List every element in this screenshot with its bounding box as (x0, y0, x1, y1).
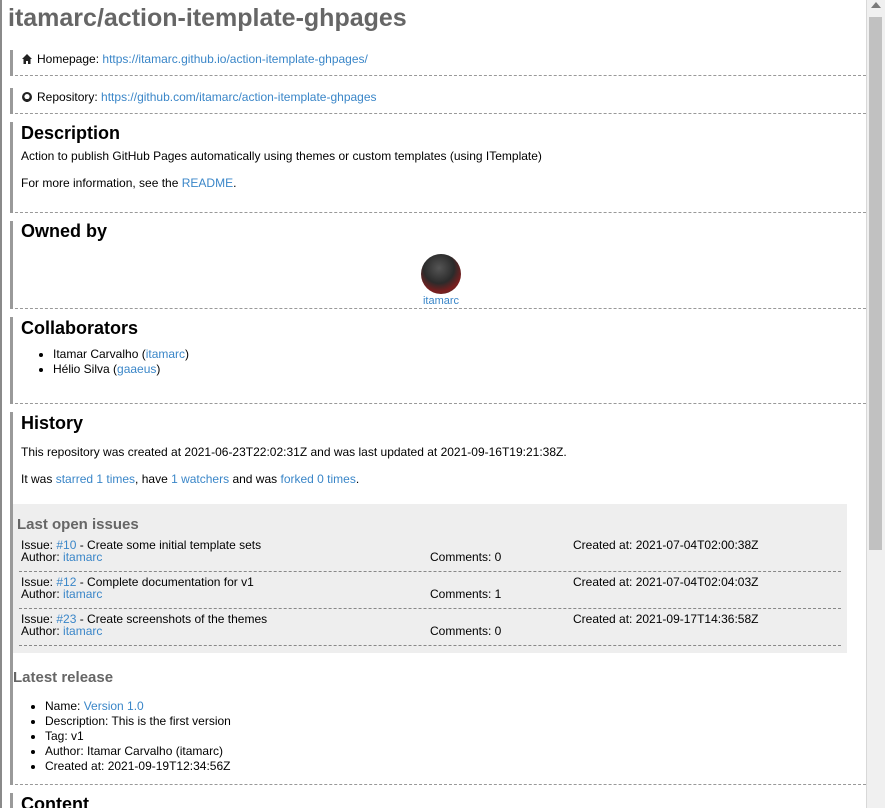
issue-created: Created at: 2021-09-17T14:36:58Z (573, 612, 759, 626)
repository-label: Repository: (37, 90, 98, 104)
issue-comments: Comments: 0 (430, 624, 502, 638)
list-item: Description: This is the first version (45, 714, 231, 729)
github-icon (22, 92, 32, 102)
page-title: itamarc/action-itemplate-ghpages (8, 4, 407, 32)
watchers-link[interactable]: 1 watchers (171, 472, 229, 486)
collaborators-section: Collaborators Itamar Carvalho (itamarc) … (10, 317, 866, 404)
description-text: Action to publish GitHub Pages automatic… (21, 149, 542, 163)
stars-link[interactable]: starred 1 times (56, 472, 135, 486)
list-item: Created at: 2021-09-19T12:34:56Z (45, 759, 231, 774)
history-created: This repository was created at 2021-06-2… (21, 445, 567, 459)
list-item: Author: Itamar Carvalho (itamarc) (45, 744, 231, 759)
avatar[interactable] (421, 254, 461, 294)
issue-created: Created at: 2021-07-04T02:04:03Z (573, 575, 759, 589)
issue-created: Created at: 2021-07-04T02:00:38Z (573, 538, 759, 552)
issue-row: Issue: #10 - Create some initial templat… (19, 534, 841, 572)
scroll-up-arrow-icon[interactable] (871, 2, 881, 8)
issue-author-link[interactable]: itamarc (63, 587, 102, 601)
collaborator-link[interactable]: gaaeus (117, 362, 156, 376)
collaborators-list: Itamar Carvalho (itamarc) Hélio Silva (g… (21, 347, 866, 377)
release-list: Name: Version 1.0 Description: This is t… (13, 699, 231, 774)
list-item: Name: Version 1.0 (45, 699, 231, 714)
issue-row: Issue: #23 - Create screenshots of the t… (19, 608, 841, 646)
collaborator-link[interactable]: itamarc (146, 347, 185, 361)
history-stats: It was starred 1 times, have 1 watchers … (21, 472, 360, 486)
scrollbar[interactable] (866, 0, 885, 808)
description-heading: Description (21, 123, 121, 143)
content-heading: Content (21, 794, 89, 808)
issue-comments: Comments: 0 (430, 550, 502, 564)
release-link[interactable]: Version 1.0 (84, 699, 144, 713)
issue-author-link[interactable]: itamarc (63, 624, 102, 638)
list-item: Hélio Silva (gaaeus) (53, 362, 866, 377)
scrollbar-thumb[interactable] (869, 17, 882, 550)
list-item: Itamar Carvalho (itamarc) (53, 347, 866, 362)
repository-section: Repository: https://github.com/itamarc/a… (10, 88, 866, 114)
owner-section: Owned by itamarc (10, 221, 866, 309)
issue-author-link[interactable]: itamarc (63, 550, 102, 564)
repository-link[interactable]: https://github.com/itamarc/action-itempl… (101, 90, 376, 104)
description-more: For more information, see the README. (21, 176, 237, 190)
list-item: Tag: v1 (45, 729, 231, 744)
issue-row: Issue: #12 - Complete documentation for … (19, 571, 841, 609)
content-section: Content (10, 793, 866, 808)
readme-link[interactable]: README (182, 176, 233, 190)
homepage-link[interactable]: https://itamarc.github.io/action-itempla… (102, 52, 367, 66)
homepage-label: Homepage: (37, 52, 100, 66)
history-section: History This repository was created at 2… (10, 412, 866, 785)
home-icon (22, 54, 32, 64)
page: itamarc/action-itemplate-ghpages Homepag… (0, 0, 869, 808)
issues-heading: Last open issues (17, 516, 139, 533)
description-section: Description Action to publish GitHub Pag… (10, 122, 866, 213)
issues-box: Last open issues Issue: #10 - Create som… (13, 504, 847, 653)
forks-link[interactable]: forked 0 times (280, 472, 355, 486)
owner-link[interactable]: itamarc (423, 295, 459, 307)
release-heading: Latest release (13, 669, 114, 686)
collaborators-heading: Collaborators (21, 318, 139, 338)
owner-heading: Owned by (21, 221, 108, 241)
history-heading: History (21, 413, 84, 433)
issue-comments: Comments: 1 (430, 587, 502, 601)
homepage-section: Homepage: https://itamarc.github.io/acti… (10, 50, 866, 76)
owner-card[interactable]: itamarc (419, 254, 463, 307)
